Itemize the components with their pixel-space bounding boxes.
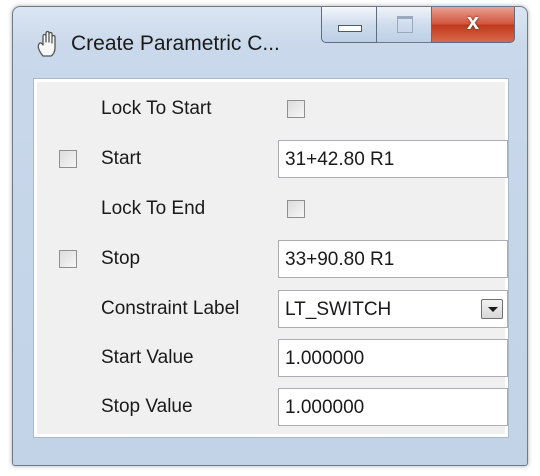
minimize-icon xyxy=(338,25,362,32)
lock-to-end-checkbox[interactable] xyxy=(287,200,305,218)
window-title: Create Parametric C... xyxy=(71,32,280,55)
dialog-window: Create Parametric C... x Lock To Start S… xyxy=(12,6,528,466)
form-panel: Lock To Start Start 31+42.80 R1 Lock To … xyxy=(37,82,508,434)
lock-to-end-label: Lock To End xyxy=(101,198,206,219)
start-value-input[interactable]: 1.000000 xyxy=(278,339,508,377)
pan-hand-icon xyxy=(37,30,56,57)
title-bar[interactable]: Create Parametric C... x xyxy=(13,7,527,77)
stop-value-label: Stop Value xyxy=(101,396,193,417)
lock-to-start-label: Lock To Start xyxy=(101,98,212,119)
dialog-client-area: Lock To Start Start 31+42.80 R1 Lock To … xyxy=(33,78,509,438)
stop-station-input[interactable]: 33+90.80 R1 xyxy=(278,240,508,278)
close-icon: x xyxy=(466,9,480,34)
start-value-label: Start Value xyxy=(101,347,194,368)
lock-to-start-checkbox[interactable] xyxy=(287,100,305,118)
maximize-icon xyxy=(397,16,413,33)
close-button[interactable]: x xyxy=(431,7,515,43)
constraint-label-dropdown[interactable]: LT_SWITCH xyxy=(278,290,508,328)
stop-checkbox[interactable] xyxy=(59,250,77,268)
constraint-label-selected-value: LT_SWITCH xyxy=(285,299,392,320)
maximize-button[interactable] xyxy=(376,7,432,43)
stop-value-input[interactable]: 1.000000 xyxy=(278,388,508,426)
start-station-input[interactable]: 31+42.80 R1 xyxy=(278,140,508,178)
stop-label: Stop xyxy=(101,248,141,269)
start-checkbox[interactable] xyxy=(59,150,77,168)
chevron-down-icon[interactable] xyxy=(481,299,503,319)
minimize-button[interactable] xyxy=(321,7,377,43)
constraint-label-label: Constraint Label xyxy=(101,298,240,319)
start-label: Start xyxy=(101,148,142,169)
